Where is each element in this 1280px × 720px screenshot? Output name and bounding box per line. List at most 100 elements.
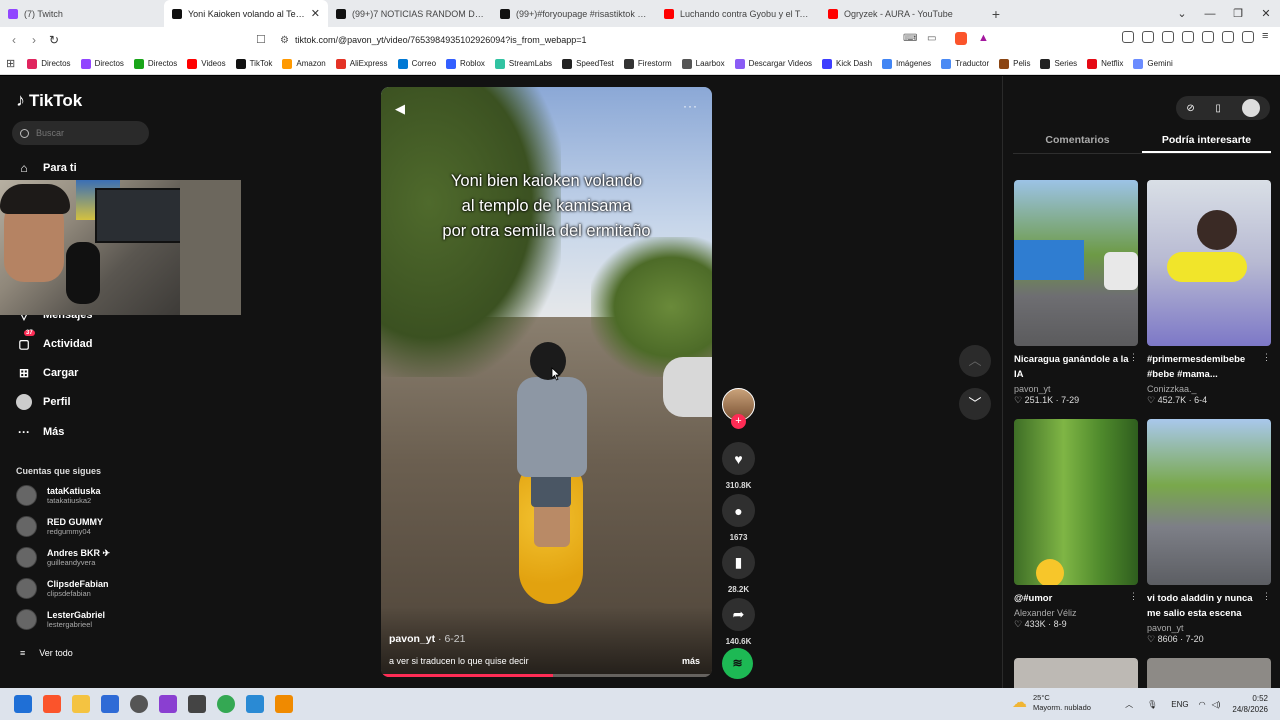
video-player[interactable]: Yoni bien kaioken volando al templo de k… (381, 87, 712, 677)
nav-cargar[interactable]: ⊞ Cargar (16, 365, 79, 381)
leo-icon[interactable] (1222, 31, 1234, 43)
file-explorer-icon[interactable] (72, 695, 90, 713)
reload-button[interactable]: ↻ (44, 33, 64, 47)
video-options-icon[interactable]: ··· (683, 99, 698, 113)
forward-button[interactable]: › (24, 33, 44, 47)
new-tab-button[interactable]: + (984, 6, 1008, 22)
following-account[interactable]: tataKatiuska tatakatiuska2 (16, 485, 101, 506)
speaker-icon[interactable]: ◁) (1212, 700, 1221, 709)
minimize-button[interactable]: — (1196, 8, 1224, 20)
share-action[interactable]: ➦ 140.6K (722, 598, 755, 646)
suggested-card[interactable]: vi todo aladdin y nunca me salio esta es… (1147, 419, 1271, 645)
language-indicator[interactable]: ENG (1171, 700, 1188, 709)
bookmark-item[interactable]: Firestorm (623, 58, 672, 69)
bookmark-item[interactable]: Directos (27, 58, 71, 69)
suggested-card[interactable]: @#umor Alexander Véliz ♡ 433K · 8-9 ⋮ (1014, 419, 1138, 630)
maximize-button[interactable]: ❐ (1224, 7, 1252, 20)
following-account[interactable]: LesterGabriel lestergabrieel (16, 609, 105, 630)
suggested-card[interactable]: #primermesdemibebe #bebe #mama... Conizz… (1147, 180, 1271, 406)
bookmark-item[interactable]: Pelis (999, 58, 1030, 69)
brave-browser-icon[interactable] (43, 695, 61, 713)
extensions-icon[interactable] (1122, 31, 1134, 43)
url-field[interactable]: ⚙ tiktok.com/@pavon_yt/video/76539849351… (280, 31, 587, 49)
card-options-icon[interactable]: ⋮ (1262, 352, 1271, 363)
photos-icon[interactable] (246, 695, 264, 713)
following-account[interactable]: Andres BKR ✈ guilleandyvera (16, 547, 110, 568)
next-video-button[interactable]: ﹀ (959, 388, 991, 420)
tab-podria-interesarte[interactable]: Podría interesarte (1142, 128, 1271, 153)
menu-icon[interactable]: ≡ (1262, 31, 1274, 43)
following-account[interactable]: ClipsdeFabian clipsdefabian (16, 578, 109, 599)
bookmark-star-icon[interactable]: ☐ (256, 33, 266, 46)
compass-icon[interactable]: ⊘ (1186, 103, 1194, 114)
video-author[interactable]: pavon_yt · 6-21 (389, 633, 465, 645)
apps-grid-icon[interactable]: ⊞ (6, 57, 15, 70)
nav-actividad[interactable]: ▢ 37 Actividad (16, 330, 93, 352)
bookmark-item[interactable]: Laarbox (681, 58, 725, 69)
rewards-icon[interactable]: ▲ (978, 32, 989, 44)
previous-video-button[interactable]: ︿ (959, 345, 991, 377)
bookmark-item[interactable]: Correo (397, 58, 436, 69)
bookmark-item[interactable]: Netflix (1087, 58, 1123, 69)
suggested-card[interactable]: Nicaragua ganándole a la IA pavon_yt ♡ 2… (1014, 180, 1138, 406)
app-icon[interactable] (159, 695, 177, 713)
save-action[interactable]: ▮ 28.2K (722, 546, 755, 594)
volume-icon[interactable]: ◀ (395, 101, 405, 117)
bookmark-item[interactable]: Amazon (282, 58, 326, 69)
description-more-button[interactable]: más (682, 656, 700, 666)
search-input[interactable] (36, 128, 136, 138)
site-info-icon[interactable]: ⚙ (280, 35, 289, 46)
card-options-icon[interactable]: ⋮ (1129, 591, 1138, 602)
phone-icon[interactable]: ▯ (1215, 103, 1221, 114)
comment-action[interactable]: ● 1673 (722, 494, 755, 542)
bookmark-item[interactable]: Directos (133, 58, 177, 69)
tab-comentarios[interactable]: Comentarios (1013, 128, 1142, 153)
close-tab-icon[interactable]: ✕ (311, 7, 320, 20)
close-window-button[interactable]: ✕ (1252, 7, 1280, 20)
windows-start-icon[interactable] (14, 695, 32, 713)
bookmark-item[interactable]: Directos (80, 58, 124, 69)
browser-tab[interactable]: Ogryzek - AURA - YouTube (820, 0, 984, 27)
bookmark-item[interactable]: Series (1040, 58, 1077, 69)
card-options-icon[interactable]: ⋮ (1262, 591, 1271, 602)
tray-chevron-icon[interactable]: ︿ (1125, 699, 1133, 710)
bookmark-item[interactable]: Traductor (941, 58, 989, 69)
translate-icon[interactable]: ⌨ (903, 33, 917, 44)
weather-widget[interactable]: ☁ 25°C Mayorm. nublado (1012, 693, 1091, 713)
bookmark-item[interactable]: Gemini (1133, 58, 1173, 69)
bookmark-item[interactable]: AliExpress (335, 58, 388, 69)
following-account[interactable]: RED GUMMY redgummy04 (16, 516, 103, 537)
wifi-icon[interactable]: ◠ (1199, 700, 1206, 709)
bookmark-item[interactable]: SpeedTest (562, 58, 614, 69)
sidebar-icon[interactable] (1182, 31, 1194, 43)
card-options-icon[interactable]: ⋮ (1129, 352, 1138, 363)
browser-tab[interactable]: Luchando contra Gyobu y el Toro llam (656, 0, 820, 27)
bookmark-item[interactable]: StreamLabs (494, 58, 552, 69)
reading-list-icon[interactable] (1162, 31, 1174, 43)
spotify-icon[interactable]: ≋ (722, 648, 753, 679)
vegas-icon[interactable] (101, 695, 119, 713)
tab-search-icon[interactable]: ⌄ (1168, 7, 1196, 20)
bookmark-item[interactable]: Descargar Videos (734, 58, 812, 69)
clock[interactable]: 0:52 24/8/2026 (1232, 693, 1268, 715)
cast-icon[interactable]: ▭ (927, 33, 936, 44)
browser-tab[interactable]: (7) Twitch (0, 0, 164, 27)
profile-avatar[interactable] (1241, 99, 1260, 117)
vlc-icon[interactable] (275, 695, 293, 713)
bookmark-item[interactable]: TikTok (235, 58, 272, 69)
search-box[interactable] (12, 121, 149, 145)
back-button[interactable]: ‹ (4, 33, 24, 47)
bookmark-item[interactable]: Videos (187, 58, 226, 69)
browser-tab[interactable]: Yoni Kaioken volando al Templo ✕ (164, 0, 328, 27)
follow-plus-icon[interactable]: + (731, 414, 746, 429)
vpn-icon[interactable] (1242, 31, 1254, 43)
app-icon[interactable] (130, 695, 148, 713)
bookmark-item[interactable]: Roblox (446, 58, 485, 69)
browser-tab[interactable]: (99+)#foryoupage #risastiktok #me (492, 0, 656, 27)
microphone-icon[interactable]: 🎙︎ (1147, 700, 1157, 709)
chrome-icon[interactable] (217, 695, 235, 713)
nav-perfil[interactable]: Perfil (16, 394, 71, 410)
nav-mas[interactable]: ··· Más (16, 424, 64, 440)
like-action[interactable]: ♥ 310.8K (722, 442, 755, 490)
tiktok-logo[interactable]: ♪ TikTok (16, 90, 82, 111)
